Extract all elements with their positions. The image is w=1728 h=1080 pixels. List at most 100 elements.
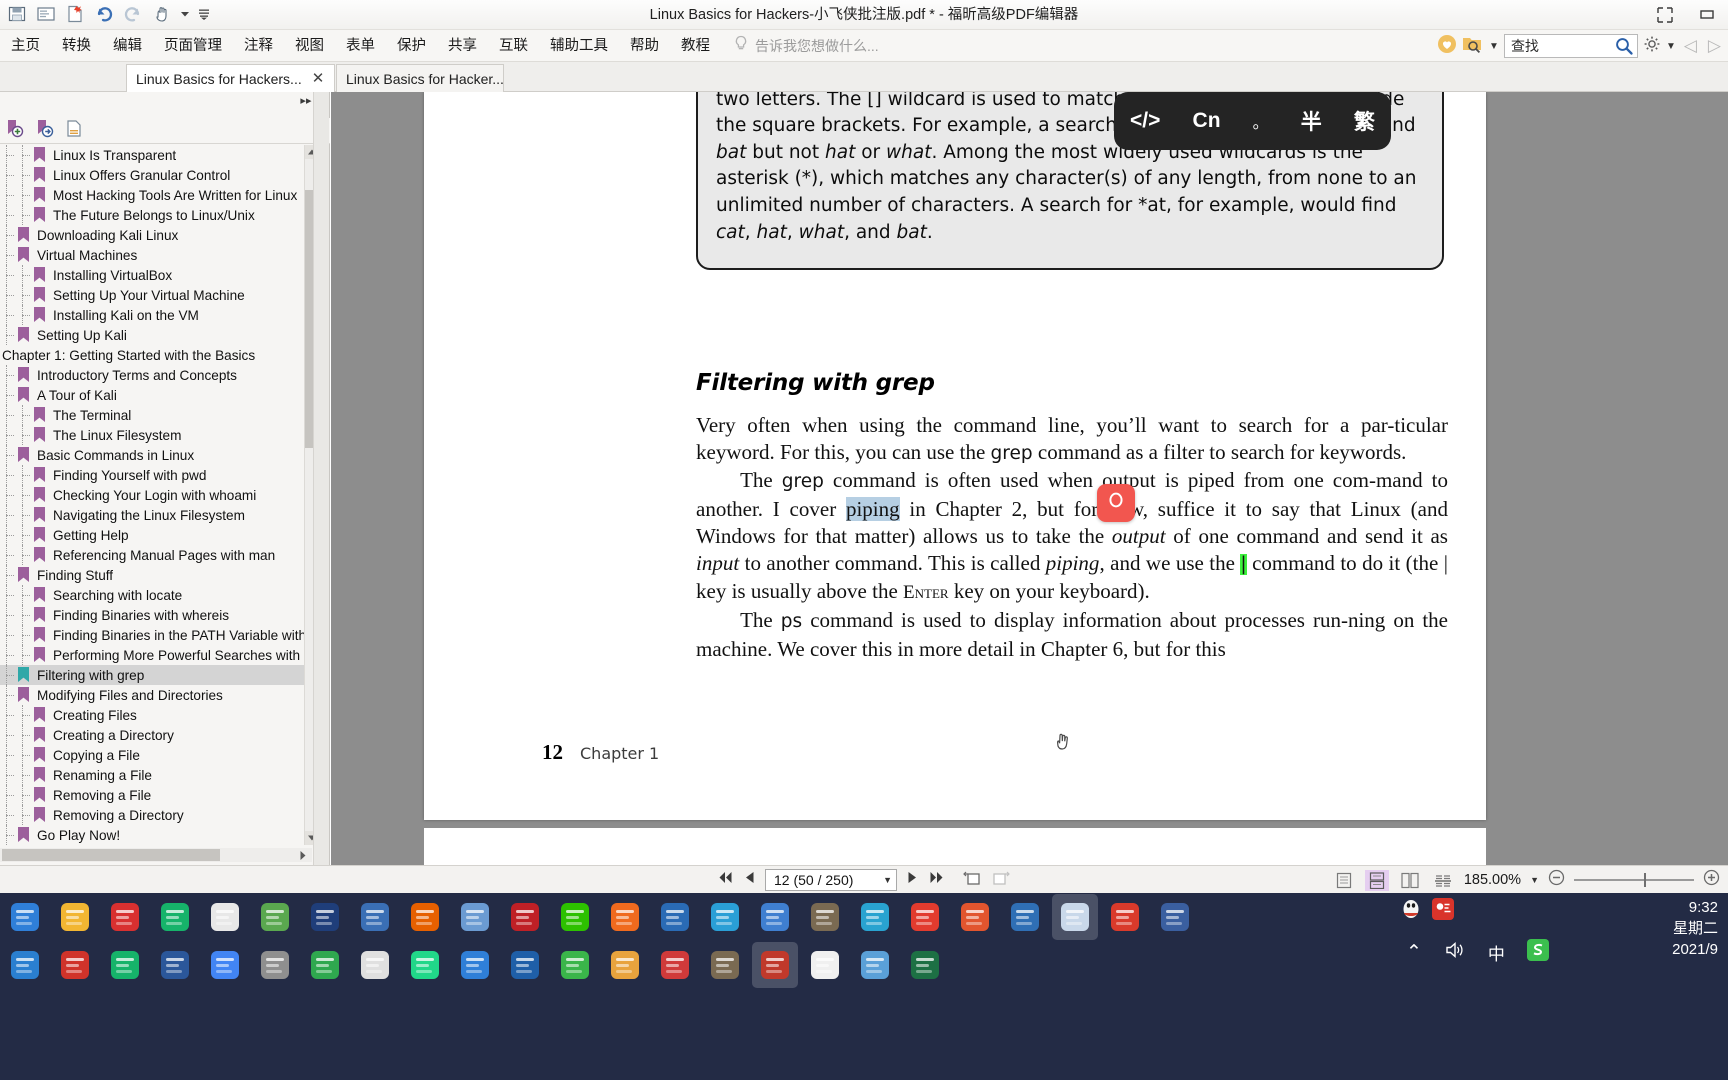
sogou-app-icon[interactable] [902,894,948,940]
wechat-icon[interactable] [552,894,598,940]
bookmark-tree[interactable]: Linux Is Transparent Linux Offers Granula… [0,145,312,845]
green-terminal-icon[interactable] [102,942,148,988]
bookmark-item[interactable]: Finding Yourself with pwd [0,465,312,485]
bookmark-item[interactable]: Introductory Terms and Concepts [0,365,312,385]
security-app-icon[interactable] [2,942,48,988]
taskbar-clock[interactable]: 9:32 星期二 2021/9 [1672,897,1718,960]
cloud-sync-icon[interactable] [852,894,898,940]
tell-me-box[interactable]: 告诉我您想做什么... [733,35,879,57]
bookmark-item[interactable]: Removing a File [0,785,312,805]
foxit-pdf-icon[interactable] [752,942,798,988]
bookmark-item[interactable]: Creating a Directory [0,725,312,745]
heart-icon[interactable] [1437,34,1457,59]
zoom-slider[interactable] [1574,873,1694,887]
pdf-red-icon[interactable] [52,942,98,988]
ime-language-indicator[interactable]: Cn [1193,109,1221,133]
menu-form[interactable]: 表单 [335,30,386,62]
youdao-icon[interactable] [1102,894,1148,940]
panel-expand-icon[interactable]: ▸▸ [300,94,311,107]
bookmark-item[interactable]: Linux Is Transparent [0,145,312,165]
bookmark-options-icon[interactable] [64,119,84,143]
tab-document-2[interactable]: Linux Basics for Hacker... [336,64,504,92]
orange-flag-icon[interactable] [602,894,648,940]
notes-icon[interactable] [352,942,398,988]
menu-view[interactable]: 视图 [284,30,335,62]
start-icon[interactable] [2,894,48,940]
bookmark-item[interactable]: Creating Files [0,705,312,725]
menu-comment[interactable]: 注释 [233,30,284,62]
snipping-tool-icon[interactable] [452,894,498,940]
add-bookmark-icon[interactable] [4,119,24,143]
ime-script-toggle[interactable]: 繁 [1354,106,1375,136]
blue-box-icon[interactable] [502,942,548,988]
gear-icon[interactable] [1643,35,1661,58]
next-page-icon[interactable] [906,870,919,890]
bookmark-item[interactable]: Finding Binaries in the PATH Variable wi… [0,625,312,645]
zoom-dropdown-icon[interactable]: ▼ [1530,875,1539,885]
bookmark-item[interactable]: Searching with locate [0,585,312,605]
picture-icon[interactable] [852,942,898,988]
menu-protect[interactable]: 保护 [386,30,437,62]
prev-page-icon[interactable] [743,870,756,890]
bookmark-item[interactable]: Setting Up Your Virtual Machine [0,285,312,305]
ime-punctuation-toggle[interactable]: 。 [1253,109,1269,133]
spiral-app-icon[interactable] [952,894,998,940]
bookmark-item[interactable]: Getting Help [0,525,312,545]
menu-convert[interactable]: 转换 [51,30,102,62]
body-text[interactable]: Very often when using the command line, … [696,412,1448,662]
magnifier-icon[interactable] [252,942,298,988]
ime-mode-indicator[interactable]: 中 [1488,940,1505,965]
xmind-icon[interactable] [302,942,348,988]
penguin2-icon[interactable] [802,942,848,988]
powershell-icon[interactable] [302,894,348,940]
menu-help[interactable]: 帮助 [619,30,670,62]
bookmark-item[interactable]: Navigating the Linux Filesystem [0,505,312,525]
nav-forward-icon[interactable]: ▷ [1705,36,1724,56]
tab-document-1[interactable]: Linux Basics for Hackers... ✕ [126,64,335,92]
red-tray-icon[interactable] [1432,898,1454,925]
continuous-scroll-mode[interactable] [1364,869,1389,891]
bookmark-item[interactable]: The Future Belongs to Linux/Unix [0,205,312,225]
close-icon[interactable]: ✕ [312,71,325,86]
menu-page-manage[interactable]: 页面管理 [153,30,233,62]
two-page-mode[interactable] [1398,870,1422,891]
bookmark-item[interactable]: Most Hacking Tools Are Written for Linux [0,185,312,205]
menu-connect[interactable]: 互联 [488,30,539,62]
bookmark-item[interactable]: Renaming a File [0,765,312,785]
menu-home[interactable]: 主页 [0,30,51,62]
volume-icon[interactable] [1444,940,1466,965]
find-input[interactable]: 查找 [1503,34,1638,61]
previous-view-icon[interactable] [962,869,982,892]
bookmark-item[interactable]: Installing VirtualBox [0,265,312,285]
single-page-mode[interactable] [1332,870,1356,891]
bookmark-item[interactable]: Removing a Directory [0,805,312,825]
red-app-icon[interactable] [102,894,148,940]
page-number-input[interactable]: 12 (50 / 250) ▼ [765,869,897,891]
filezilla-icon[interactable] [502,894,548,940]
two-page-continuous-mode[interactable] [1431,870,1455,891]
foxit-editor-icon[interactable] [1052,894,1098,940]
goto-bookmark-icon[interactable] [34,119,54,143]
sogou-ime-icon[interactable] [1526,939,1549,966]
sublime-icon[interactable] [602,942,648,988]
word-icon[interactable] [152,942,198,988]
bookmark-item[interactable]: Virtual Machines [0,245,312,265]
visio-icon[interactable] [1152,894,1198,940]
ime-width-toggle[interactable]: 半 [1301,106,1322,136]
file-explorer-icon[interactable] [52,894,98,940]
bookmark-item[interactable]: A Tour of Kali [0,385,312,405]
chevron-up-icon[interactable]: ⌃ [1406,941,1422,964]
bookmark-item[interactable]: Finding Stuff [0,565,312,585]
restore-window-icon[interactable] [1694,2,1720,28]
bookmark-item[interactable]: Checking Your Login with whoami [0,485,312,505]
blue-doc-icon[interactable] [1002,894,1048,940]
code-input-icon[interactable]: </> [1130,109,1160,133]
next-view-icon[interactable] [991,869,1011,892]
search-icon[interactable] [1614,36,1634,61]
bookmark-horizontal-scrollbar[interactable] [0,848,312,862]
fullscreen-icon[interactable] [1652,2,1678,28]
bookmark-item[interactable]: Go Play Now! [0,825,312,845]
zoom-in-button[interactable] [1703,869,1720,891]
chrome-icon[interactable] [202,942,248,988]
bookmark-item[interactable]: Setting Up Kali [0,325,312,345]
